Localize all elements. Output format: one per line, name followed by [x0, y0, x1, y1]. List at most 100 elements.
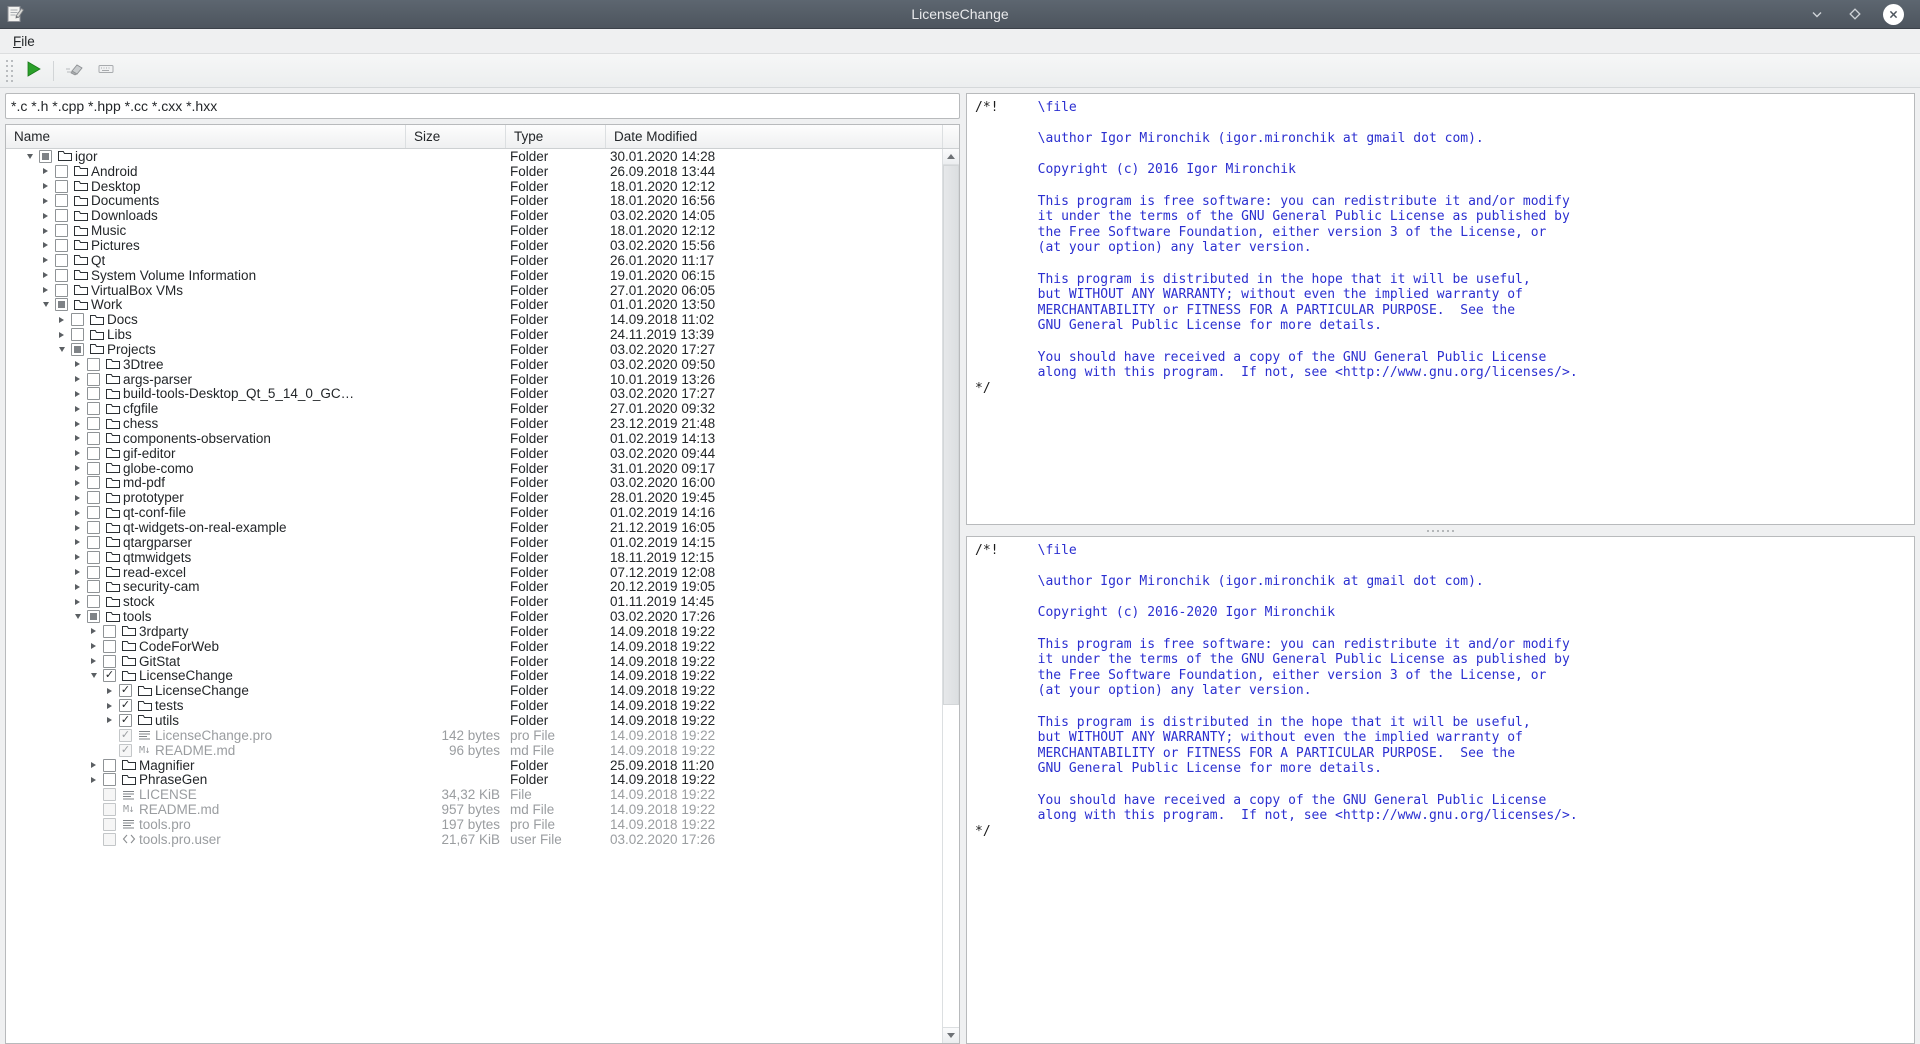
tree-row[interactable]: globe-como Folder 31.01.2020 09:17	[6, 461, 942, 476]
tree-row[interactable]: components-observation Folder 01.02.2019 1…	[6, 431, 942, 446]
collapse-arrow-icon[interactable]	[38, 298, 53, 312]
row-checkbox[interactable]	[87, 387, 100, 401]
tree-row[interactable]: build-tools-Desktop_Qt_5_14_0_GC… Folder 0…	[6, 386, 942, 401]
row-checkbox[interactable]	[87, 506, 100, 520]
expand-arrow-icon[interactable]	[70, 580, 85, 594]
toolbar-grip[interactable]	[4, 59, 14, 82]
row-checkbox[interactable]: ✓	[119, 684, 132, 698]
row-checkbox[interactable]	[87, 580, 100, 594]
expand-arrow-icon[interactable]	[86, 654, 101, 668]
row-checkbox[interactable]	[103, 817, 116, 831]
row-checkbox[interactable]	[55, 194, 68, 208]
tree-vertical-scrollbar[interactable]	[942, 149, 959, 1043]
row-checkbox[interactable]	[87, 610, 100, 624]
expand-arrow-icon[interactable]	[70, 565, 85, 579]
expand-arrow-icon[interactable]	[70, 387, 85, 401]
expand-arrow-icon[interactable]	[86, 639, 101, 653]
tree-row[interactable]: VirtualBox VMs Folder 27.01.2020 06:05	[6, 283, 942, 298]
row-checkbox[interactable]	[55, 238, 68, 252]
tree-row[interactable]: cfgfile Folder 27.01.2020 09:32	[6, 401, 942, 416]
row-checkbox[interactable]	[87, 402, 100, 416]
tree-row[interactable]: 3rdparty Folder 14.09.2018 19:22	[6, 624, 942, 639]
row-checkbox[interactable]	[87, 372, 100, 386]
tree-row[interactable]: Projects Folder 03.02.2020 17:27	[6, 342, 942, 357]
expand-arrow-icon[interactable]	[102, 699, 117, 713]
expand-arrow-icon[interactable]	[38, 209, 53, 223]
expand-arrow-icon[interactable]	[70, 461, 85, 475]
row-checkbox[interactable]	[87, 595, 100, 609]
expand-arrow-icon[interactable]	[70, 521, 85, 535]
tree-row[interactable]: stock Folder 01.11.2019 14:45	[6, 594, 942, 609]
expand-arrow-icon[interactable]	[38, 164, 53, 178]
column-header-type[interactable]: Type	[506, 125, 606, 148]
filter-input[interactable]: *.c *.h *.cpp *.hpp *.cc *.cxx *.hxx	[5, 93, 960, 119]
tree-row[interactable]: GitStat Folder 14.09.2018 19:22	[6, 654, 942, 669]
tree-row[interactable]: Documents Folder 18.01.2020 16:56	[6, 193, 942, 208]
row-checkbox[interactable]	[55, 179, 68, 193]
column-header-size[interactable]: Size	[406, 125, 506, 148]
tree-row[interactable]: System Volume Information Folder 19.01.202…	[6, 268, 942, 283]
row-checkbox[interactable]	[87, 357, 100, 371]
expand-arrow-icon[interactable]	[70, 402, 85, 416]
tree-row[interactable]: Music Folder 18.01.2020 12:12	[6, 223, 942, 238]
row-checkbox[interactable]	[103, 758, 116, 772]
row-checkbox[interactable]	[103, 624, 116, 638]
tree-row[interactable]: Work Folder 01.01.2020 13:50	[6, 297, 942, 312]
row-checkbox[interactable]	[87, 491, 100, 505]
minimize-icon[interactable]	[1807, 4, 1827, 24]
tree-row[interactable]: Qt Folder 26.01.2020 11:17	[6, 253, 942, 268]
expand-arrow-icon[interactable]	[38, 268, 53, 282]
expand-arrow-icon[interactable]	[86, 624, 101, 638]
tree-row[interactable]: Docs Folder 14.09.2018 11:02	[6, 312, 942, 327]
tree-row[interactable]: CodeForWeb Folder 14.09.2018 19:22	[6, 639, 942, 654]
row-checkbox[interactable]	[71, 313, 84, 327]
expand-arrow-icon[interactable]	[70, 372, 85, 386]
row-checkbox[interactable]	[87, 461, 100, 475]
tree-row[interactable]: tools Folder 03.02.2020 17:26	[6, 609, 942, 624]
row-checkbox[interactable]	[87, 446, 100, 460]
tree-row[interactable]: security-cam Folder 20.12.2019 19:05	[6, 579, 942, 594]
row-checkbox[interactable]	[55, 164, 68, 178]
collapse-arrow-icon[interactable]	[70, 610, 85, 624]
row-checkbox[interactable]	[87, 417, 100, 431]
row-checkbox[interactable]	[103, 654, 116, 668]
row-checkbox[interactable]	[55, 253, 68, 267]
panel-splitter[interactable]	[966, 525, 1915, 536]
tree-row[interactable]: prototyper Folder 28.01.2020 19:45	[6, 490, 942, 505]
expand-arrow-icon[interactable]	[70, 506, 85, 520]
tree-row[interactable]: gif-editor Folder 03.02.2020 09:44	[6, 446, 942, 461]
tree-row[interactable]: qt-conf-file Folder 01.02.2019 14:16	[6, 505, 942, 520]
tree-row[interactable]: chess Folder 23.12.2019 21:48	[6, 416, 942, 431]
old-license-panel[interactable]: /*! \file \author Igor Mironchik (igor.m…	[966, 93, 1915, 525]
tree-row[interactable]: qtmwidgets Folder 18.11.2019 12:15	[6, 550, 942, 565]
clear-button[interactable]	[58, 57, 90, 85]
collapse-arrow-icon[interactable]	[22, 149, 37, 163]
row-checkbox[interactable]	[87, 550, 100, 564]
tree-row[interactable]: md-pdf Folder 03.02.2020 16:00	[6, 475, 942, 490]
tree-row[interactable]: ✓ tests Folder 14.09.2018 19:22	[6, 698, 942, 713]
scrollbar-thumb[interactable]	[943, 165, 959, 705]
new-license-panel[interactable]: /*! \file \author Igor Mironchik (igor.m…	[966, 536, 1915, 1044]
tree-row[interactable]: Android Folder 26.09.2018 13:44	[6, 164, 942, 179]
expand-arrow-icon[interactable]	[70, 550, 85, 564]
scrollbar-track[interactable]	[943, 165, 959, 1027]
expand-arrow-icon[interactable]	[102, 713, 117, 727]
tree-row[interactable]: read-excel Folder 07.12.2019 12:08	[6, 565, 942, 580]
expand-arrow-icon[interactable]	[38, 253, 53, 267]
expand-arrow-icon[interactable]	[102, 684, 117, 698]
expand-arrow-icon[interactable]	[54, 313, 69, 327]
menu-item-file[interactable]: File	[6, 31, 42, 52]
scroll-up-arrow-icon[interactable]	[943, 149, 959, 165]
tree-row[interactable]: tools.pro.user 21,67 KiB user File 03.02.20…	[6, 832, 942, 847]
tree-row[interactable]: ✓ LicenseChange.pro 142 bytes pro File 14.09…	[6, 728, 942, 743]
collapse-arrow-icon[interactable]	[54, 342, 69, 356]
row-checkbox[interactable]	[87, 476, 100, 490]
tree-row[interactable]: igor Folder 30.01.2020 14:28	[6, 149, 942, 164]
tree-row[interactable]: ✓ LicenseChange Folder 14.09.2018 19:22	[6, 668, 942, 683]
column-header-date[interactable]: Date Modified	[606, 125, 942, 148]
expand-arrow-icon[interactable]	[86, 758, 101, 772]
tree-row[interactable]: qt-widgets-on-real-example Folder 21.12.20…	[6, 520, 942, 535]
tree-row[interactable]: PhraseGen Folder 14.09.2018 19:22	[6, 772, 942, 787]
row-checkbox[interactable]: ✓	[119, 699, 132, 713]
row-checkbox[interactable]	[71, 342, 84, 356]
